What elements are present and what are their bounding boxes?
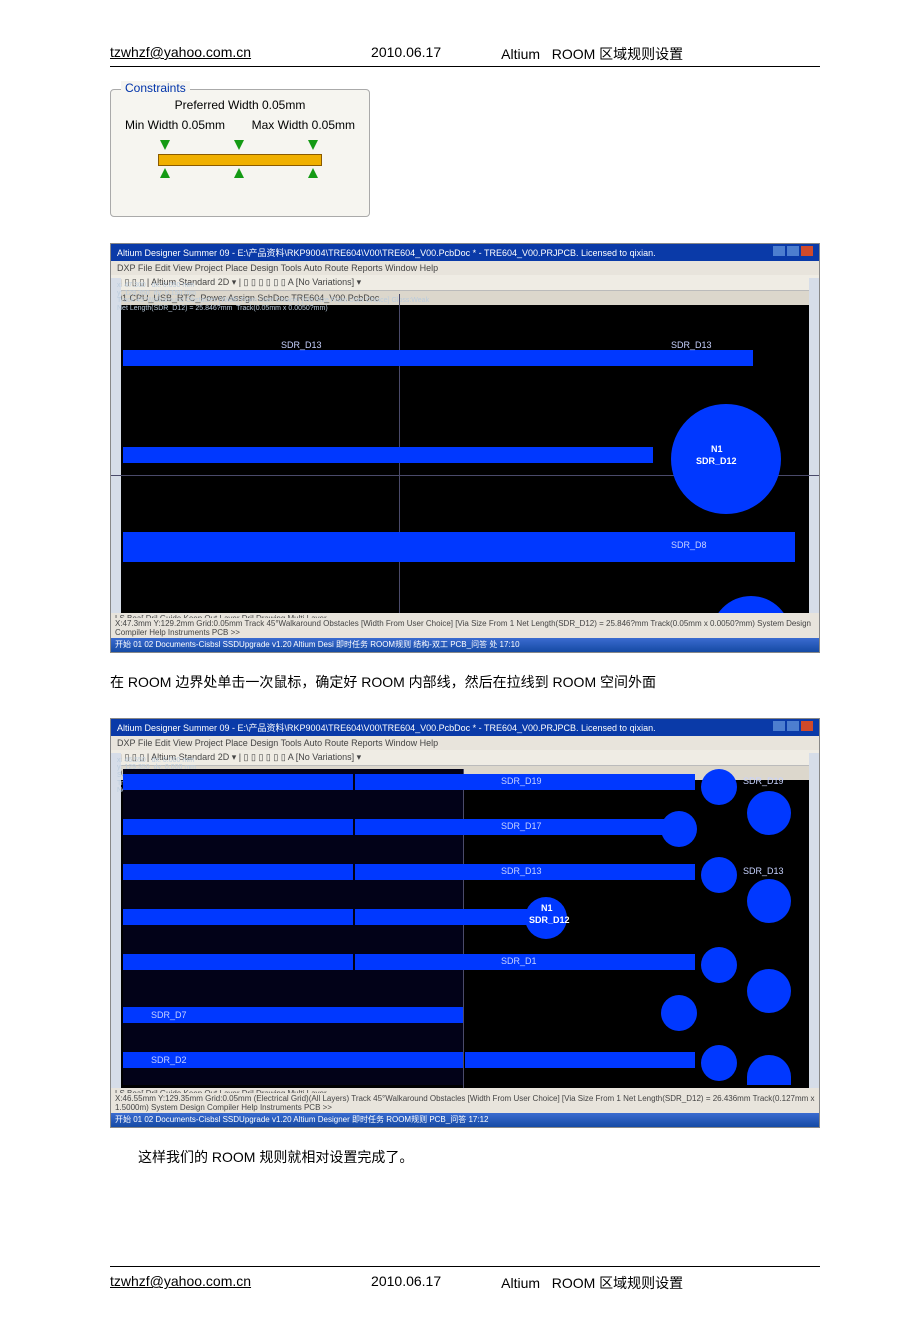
max-icon[interactable] <box>787 721 799 731</box>
body-text-2: 这样我们的 ROOM 规则就相对设置完成了。 <box>110 1144 820 1171</box>
net-label: SDR_D13 <box>281 340 322 350</box>
max-width-label: Max Width 0.05mm <box>252 118 355 132</box>
close-icon[interactable] <box>801 246 813 256</box>
net-label: SDR_D7 <box>151 1010 187 1020</box>
left-panel-tabs[interactable] <box>111 278 121 624</box>
net-label: N1 <box>541 903 553 913</box>
header-email: tzwhzf@yahoo.com.cn <box>110 44 251 64</box>
width-arrows-diagram <box>130 138 350 182</box>
taskbar[interactable]: 开始 01 02 Documents-Cisbsl SSDUpgrade v1.… <box>111 1113 819 1127</box>
net-label: SDR_D13 <box>743 866 784 876</box>
trace-sdr-d13 <box>123 350 753 366</box>
right-panel-tabs[interactable] <box>809 753 819 1099</box>
net-label: SDR_D19 <box>743 776 784 786</box>
window-titlebar: Altium Designer Summer 09 - E:\产品资料\RKP9… <box>111 719 819 736</box>
net-label: SDR_D19 <box>501 776 542 786</box>
menu-bar[interactable]: DXP File Edit View Project Place Design … <box>111 261 819 275</box>
min-width-label: Min Width 0.05mm <box>125 118 225 132</box>
status-bar: X:47.3mm Y:129.2mm Grid:0.05mm Track 45°… <box>111 618 819 638</box>
body-text-1: 在 ROOM 边界处单击一次鼠标，确定好 ROOM 内部线，然后在拉线到 ROO… <box>110 669 820 696</box>
footer-email: tzwhzf@yahoo.com.cn <box>110 1273 251 1293</box>
trace-sdr-d12 <box>123 447 653 463</box>
page-footer: tzwhzf@yahoo.com.cn 2010.06.17 Altium RO… <box>110 1252 820 1297</box>
min-icon[interactable] <box>773 246 785 256</box>
footer-title: Altium ROOM 区域规则设置 <box>501 1273 683 1293</box>
room-region <box>123 769 463 1085</box>
net-label: SDR_D2 <box>151 1055 187 1065</box>
menu-bar[interactable]: DXP File Edit View Project Place Design … <box>111 736 819 750</box>
net-label: N1 <box>711 444 723 454</box>
max-icon[interactable] <box>787 246 799 256</box>
net-label: SDR_D13 <box>671 340 712 350</box>
net-label: SDR_D17 <box>501 821 542 831</box>
heads-up-display: x: 47.300 dx: 0.050 mm y: 129.350 dy: 0.… <box>117 282 429 313</box>
window-titlebar: Altium Designer Summer 09 - E:\产品资料\RKP9… <box>111 244 819 261</box>
close-icon[interactable] <box>801 721 813 731</box>
header-title: Altium ROOM 区域规则设置 <box>501 44 683 64</box>
left-panel-tabs[interactable] <box>111 753 121 1099</box>
net-label: SDR_D12 <box>529 915 570 925</box>
status-bar: X:46.55mm Y:129.35mm Grid:0.05mm (Electr… <box>111 1093 819 1113</box>
net-label: SDR_D1 <box>501 956 537 966</box>
net-label: SDR_D12 <box>696 456 737 466</box>
constraints-group-label: Constraints <box>121 81 190 95</box>
footer-date: 2010.06.17 <box>371 1273 441 1293</box>
preferred-width-label: Preferred Width 0.05mm <box>125 98 355 112</box>
altium-screenshot-1: Altium Designer Summer 09 - E:\产品资料\RKP9… <box>110 243 820 653</box>
taskbar[interactable]: 开始 01 02 Documents-Cisbsl SSDUpgrade v1.… <box>111 638 819 652</box>
net-label: SDR_D8 <box>671 540 707 550</box>
page-header: tzwhzf@yahoo.com.cn 2010.06.17 Altium RO… <box>110 30 820 71</box>
altium-screenshot-2: Altium Designer Summer 09 - E:\产品资料\RKP9… <box>110 718 820 1128</box>
constraints-panel: Constraints Preferred Width 0.05mm Min W… <box>110 89 370 217</box>
right-panel-tabs[interactable] <box>809 278 819 624</box>
net-label: SDR_D13 <box>501 866 542 876</box>
header-date: 2010.06.17 <box>371 44 441 64</box>
min-icon[interactable] <box>773 721 785 731</box>
